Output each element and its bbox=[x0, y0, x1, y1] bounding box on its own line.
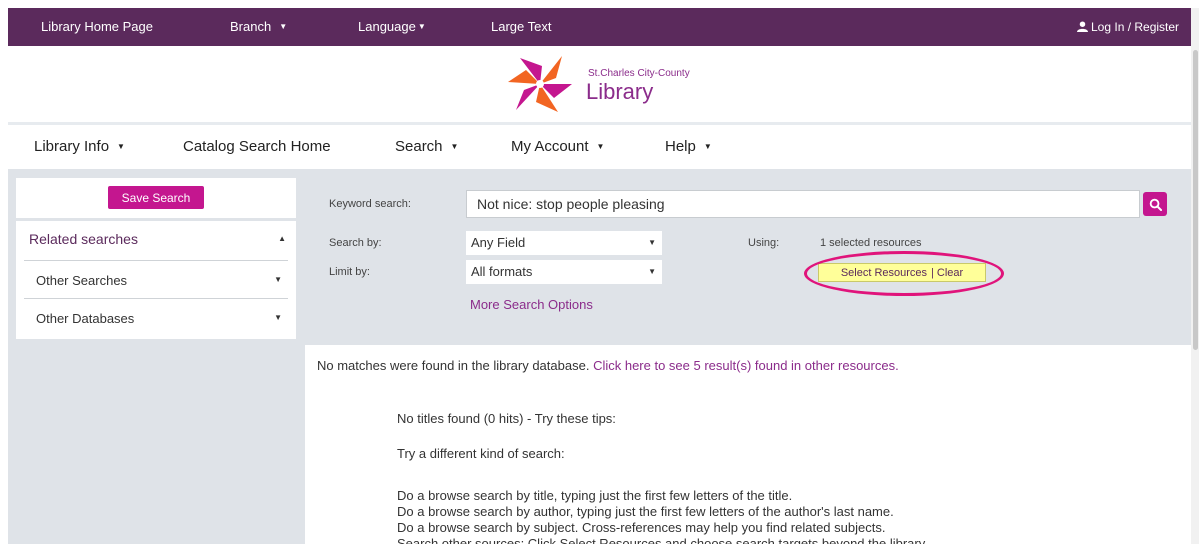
more-search-options-link[interactable]: More Search Options bbox=[470, 297, 593, 312]
caret-down-icon: ▼ bbox=[417, 22, 426, 31]
keyword-search-input[interactable] bbox=[466, 190, 1140, 218]
results-panel: No matches were found in the library dat… bbox=[305, 345, 1191, 544]
nav-my-account-label: My Account bbox=[511, 138, 589, 155]
other-resources-link[interactable]: Click here to see 5 result(s) found in o… bbox=[593, 358, 899, 373]
tip-item: Do a browse search by author, typing jus… bbox=[397, 504, 894, 519]
limit-by-select[interactable]: All formats ▼ bbox=[466, 260, 662, 284]
branch-menu[interactable]: Branch ▼ bbox=[230, 19, 287, 34]
sidebar-item-other-databases[interactable]: Other Databases ▼ bbox=[24, 298, 288, 336]
caret-down-icon: ▼ bbox=[279, 22, 288, 31]
library-home-link[interactable]: Library Home Page bbox=[41, 19, 153, 34]
nav-help[interactable]: Help ▼ bbox=[665, 138, 712, 155]
related-searches-panel: Related searches ▲ Other Searches ▼ Othe… bbox=[16, 221, 296, 339]
sidebar-actions: Save Search bbox=[16, 178, 296, 218]
save-search-button[interactable]: Save Search bbox=[108, 186, 204, 209]
nav-library-info-label: Library Info bbox=[34, 138, 110, 155]
nav-library-info[interactable]: Library Info ▼ bbox=[34, 138, 125, 155]
nav-search[interactable]: Search ▼ bbox=[395, 138, 458, 155]
scrollbar-thumb[interactable] bbox=[1193, 50, 1198, 350]
login-register-label: Log In / Register bbox=[1091, 20, 1180, 34]
sidebar-item-other-searches[interactable]: Other Searches ▼ bbox=[24, 260, 288, 298]
user-icon bbox=[1077, 21, 1088, 32]
using-label: Using: bbox=[748, 237, 780, 249]
try-different-search: Try a different kind of search: bbox=[397, 446, 565, 461]
search-button[interactable] bbox=[1143, 192, 1167, 216]
selected-resources-count: 1 selected resources bbox=[820, 237, 922, 249]
separator: | bbox=[931, 266, 934, 279]
select-resources-button[interactable]: Select Resources bbox=[841, 267, 927, 279]
caret-down-icon: ▼ bbox=[274, 275, 282, 284]
no-match-message: No matches were found in the library dat… bbox=[317, 358, 899, 373]
clear-resources-button[interactable]: Clear bbox=[937, 267, 963, 279]
language-menu-label: Language bbox=[358, 19, 416, 34]
search-by-select[interactable]: Any Field ▼ bbox=[466, 231, 662, 255]
keyword-search-label: Keyword search: bbox=[329, 198, 411, 210]
search-by-value: Any Field bbox=[471, 235, 526, 250]
caret-down-icon: ▼ bbox=[450, 142, 459, 151]
logo-banner: St.Charles City-County Library bbox=[8, 46, 1191, 122]
limit-by-value: All formats bbox=[471, 264, 533, 279]
large-text-link[interactable]: Large Text bbox=[491, 19, 551, 34]
library-logo-icon[interactable] bbox=[506, 54, 574, 114]
caret-down-icon: ▼ bbox=[648, 267, 656, 276]
tip-item: Do a browse search by subject. Cross-ref… bbox=[397, 520, 886, 535]
branch-menu-label: Branch bbox=[230, 19, 272, 34]
search-icon bbox=[1149, 198, 1162, 211]
sidebar-item-label: Other Databases bbox=[36, 311, 135, 326]
caret-down-icon: ▼ bbox=[648, 238, 656, 247]
top-bar: Library Home Page Branch ▼ Language ▼ Larg… bbox=[8, 8, 1191, 46]
no-match-text: No matches were found in the library dat… bbox=[317, 358, 590, 373]
nav-help-label: Help bbox=[665, 138, 696, 155]
tip-item: Do a browse search by title, typing just… bbox=[397, 488, 793, 503]
language-menu[interactable]: Language ▼ bbox=[358, 19, 426, 34]
limit-by-label: Limit by: bbox=[329, 266, 370, 278]
logo-subtitle: St.Charles City-County bbox=[588, 68, 690, 79]
nav-my-account[interactable]: My Account ▼ bbox=[511, 138, 604, 155]
caret-down-icon: ▼ bbox=[703, 142, 712, 151]
logo-title: Library bbox=[586, 79, 654, 104]
related-searches-heading[interactable]: Related searches bbox=[29, 231, 138, 247]
no-titles-message: No titles found (0 hits) - Try these tip… bbox=[397, 411, 616, 426]
main-nav: Library Info ▼ Catalog Search Home Search… bbox=[8, 125, 1191, 169]
caret-up-icon[interactable]: ▲ bbox=[278, 234, 286, 243]
login-register-link[interactable]: Log In / Register bbox=[1077, 20, 1179, 34]
sidebar-item-label: Other Searches bbox=[36, 273, 128, 288]
caret-down-icon: ▼ bbox=[596, 142, 605, 151]
nav-catalog-search-home[interactable]: Catalog Search Home bbox=[183, 138, 331, 155]
caret-down-icon: ▼ bbox=[117, 142, 125, 151]
select-resources-bar: Select Resources | Clear bbox=[818, 263, 986, 282]
nav-search-label: Search bbox=[395, 138, 443, 155]
search-by-label: Search by: bbox=[329, 237, 382, 249]
tip-item: Search other sources: Click Select Resou… bbox=[397, 536, 928, 544]
caret-down-icon: ▼ bbox=[274, 313, 282, 322]
